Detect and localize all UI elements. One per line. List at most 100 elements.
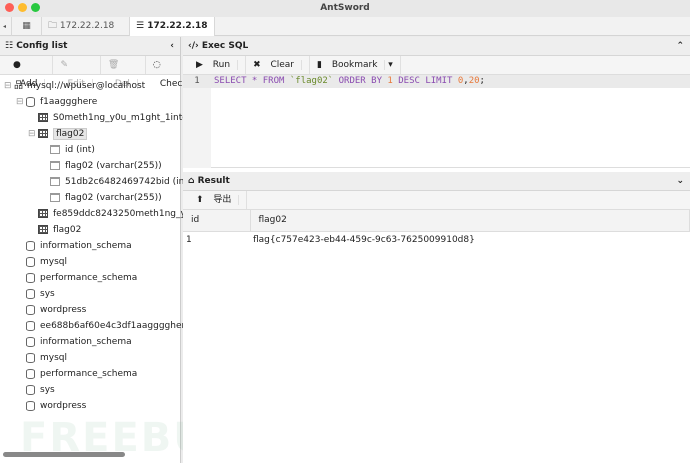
tree-node-label: mysql — [40, 257, 67, 267]
collapse-icon[interactable]: ⊟ — [28, 126, 38, 142]
collapse-panel-icon[interactable]: ‹ — [170, 37, 174, 56]
database-icon — [26, 256, 35, 267]
tree-node-label: mysql — [40, 353, 67, 363]
column-header[interactable]: id — [183, 210, 251, 232]
tree-node-db[interactable]: sys — [16, 286, 55, 302]
tree-node-tbl[interactable]: S0meth1ng_y0u_m1ght_1intereS — [28, 110, 203, 126]
tree-node-label: 51db2c6482469742bid (int) — [65, 177, 192, 187]
collapse-down-icon[interactable]: ⌄ — [676, 172, 684, 191]
sql-toolbar: ▶ Run ✖ Clear ▮ Bookmark ▾ — [183, 56, 690, 75]
title-bar: AntSword — [0, 0, 690, 17]
tree-node-label: flag02 — [53, 225, 82, 235]
tree-node-label: id (int) — [65, 145, 95, 155]
database-icon — [26, 272, 35, 283]
tree-node-db[interactable]: information_schema — [16, 334, 132, 350]
tree-node-db[interactable]: mysql — [16, 254, 67, 270]
database-icon — [26, 96, 35, 107]
database-icon — [26, 368, 35, 379]
tree-node-label: wordpress — [40, 401, 87, 411]
tree-node-tbl[interactable]: flag02 — [28, 222, 81, 238]
sql-panel: ‹/› Exec SQL ⌃ ▶ Run ✖ Clear ▮ Bookmark ▾… — [183, 37, 690, 463]
tree-node-db[interactable]: ⊟ f1aaggghere — [16, 94, 97, 110]
database-icon — [26, 288, 35, 299]
minimize-window-button[interactable] — [18, 3, 27, 12]
tree-node-label: performance_schema — [40, 369, 138, 379]
folder-icon: 🗀 — [48, 21, 58, 31]
tab-database[interactable]: ☰ 172.22.2.18× — [130, 17, 215, 49]
tree-node-label: flag02 (varchar(255)) — [65, 161, 162, 171]
table-icon — [38, 209, 48, 218]
database-icon — [26, 384, 35, 395]
tree-node-db[interactable]: information_schema — [16, 238, 132, 254]
tree-node-tbl[interactable]: fe859ddc8243250meth1ng_y0u_ — [28, 206, 202, 222]
add-button[interactable]: ● Add — [6, 56, 54, 89]
del-button[interactable]: 🗑 Del — [101, 56, 146, 89]
sql-editor[interactable]: 1 SELECT * FROM `flag02` ORDER BY 1 DESC … — [183, 75, 690, 168]
result-table: id flag02 1 flag{c757e423-eb44-459c-9c63-7… — [183, 210, 690, 248]
tree-node-label: ee688b6af60e4c3df1aagggghere — [40, 321, 191, 331]
tree-node-label: mysql://wpuser@localhost — [27, 81, 146, 91]
tree-node-tbl[interactable]: ⊟ flag02 — [28, 126, 88, 142]
bookmark-button[interactable]: ▮ Bookmark ▾ — [310, 56, 401, 74]
database-icon: ☰ — [136, 21, 145, 31]
exec-sql-header: ‹/› Exec SQL ⌃ — [183, 37, 690, 56]
network-icon: 品 — [14, 81, 24, 91]
table-row[interactable]: 1 flag{c757e423-eb44-459c-9c63-7625009910… — [183, 231, 690, 248]
tree-node-db[interactable]: wordpress — [16, 398, 86, 414]
collapse-icon[interactable]: ⊟ — [16, 94, 26, 110]
collapse-up-icon[interactable]: ⌃ — [676, 37, 684, 56]
tab-file-manager[interactable]: 🗀 172.22.2.18× — [42, 17, 130, 49]
tree-node-db[interactable]: mysql — [16, 350, 67, 366]
editor-line[interactable]: 1 SELECT * FROM `flag02` ORDER BY 1 DESC … — [183, 75, 690, 88]
tree-node-label: sys — [40, 385, 55, 395]
close-window-button[interactable] — [5, 3, 14, 12]
cell: 1 — [186, 234, 192, 245]
database-icon — [26, 320, 35, 331]
tree-node-label: wordpress — [40, 305, 87, 315]
result-toolbar: ⬆ 导出 — [183, 191, 690, 210]
tree-node-db[interactable]: performance_schema — [16, 366, 137, 382]
tree-node-label: S0meth1ng_y0u_m1ght_1intereS — [53, 113, 203, 123]
grid-icon: ▦ — [22, 21, 31, 31]
tree-node-col[interactable]: id (int) — [40, 142, 95, 158]
tree-node-label: information_schema — [40, 337, 132, 347]
collapse-icon[interactable]: ⊟ — [4, 78, 14, 94]
tree-node-label: information_schema — [40, 241, 132, 251]
tab-home[interactable]: ▦ — [12, 17, 42, 36]
tree-node-conn[interactable]: ⊟ 品 mysql://wpuser@localhost — [4, 78, 145, 94]
config-list-panel: ☷ Config list ‹ ● Add ✎ Edit 🗑 Del ◌ Chec… — [0, 37, 235, 463]
tree-node-col[interactable]: flag02 (varchar(255)) — [40, 158, 162, 174]
column-icon — [50, 145, 60, 154]
config-list-header: ☷ Config list ‹ — [0, 37, 180, 56]
run-button[interactable]: ▶ Run — [189, 56, 247, 74]
edit-button[interactable]: ✎ Edit — [53, 56, 101, 89]
tree-node-label: flag02 — [53, 128, 88, 140]
config-toolbar: ● Add ✎ Edit 🗑 Del ◌ Check — [0, 56, 204, 89]
column-icon — [50, 161, 60, 170]
window-title: AntSword — [320, 3, 370, 13]
table-icon — [38, 113, 48, 122]
tree-node-col[interactable]: 51db2c6482469742bid (int) — [40, 174, 191, 190]
database-icon — [26, 240, 35, 251]
tree-node-db[interactable]: ee688b6af60e4c3df1aagggghere — [16, 318, 191, 334]
tree-node-label: flag02 (varchar(255)) — [65, 193, 162, 203]
database-icon — [26, 400, 35, 411]
column-header[interactable]: flag02 — [250, 210, 690, 232]
tree-node-db[interactable]: performance_schema — [16, 270, 137, 286]
tree-node-db[interactable]: wordpress — [16, 302, 86, 318]
column-icon — [50, 193, 60, 202]
tree-node-db[interactable]: sys — [16, 382, 55, 398]
tab-scroll-left-icon[interactable]: ◂ — [0, 17, 12, 36]
clear-button[interactable]: ✖ Clear — [246, 56, 311, 74]
tree-node-label: sys — [40, 289, 55, 299]
cell: flag{c757e423-eb44-459c-9c63-7625009910d… — [253, 234, 475, 245]
column-icon — [50, 177, 60, 186]
export-button[interactable]: ⬆ 导出 — [189, 191, 248, 209]
table-icon — [38, 225, 48, 234]
table-icon — [38, 129, 48, 138]
tree-node-col[interactable]: flag02 (varchar(255)) — [40, 190, 162, 206]
tab-bar: ◂ ▦ 🗀 172.22.2.18× ☰ 172.22.2.18× — [0, 17, 690, 49]
result-header: ⌂ Result ⌄ — [183, 172, 690, 191]
tree-node-label: performance_schema — [40, 273, 138, 283]
maximize-window-button[interactable] — [31, 3, 40, 12]
